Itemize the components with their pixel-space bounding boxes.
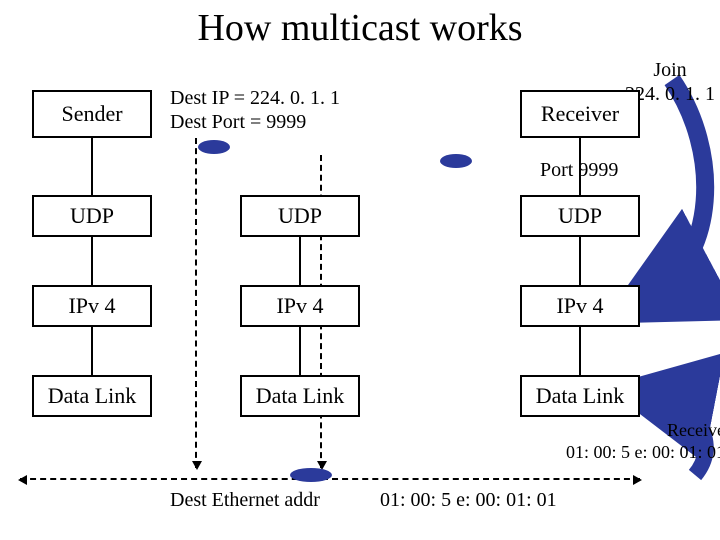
stem <box>91 327 93 375</box>
ethernet-addr-label: Dest Ethernet addr <box>170 488 320 512</box>
accent-oval <box>198 140 230 154</box>
receive-label: Receive 01: 00: 5 e: 00: 01: 01 <box>560 420 720 463</box>
stem <box>579 327 581 375</box>
udp-box-router: UDP <box>240 195 360 237</box>
stem <box>299 327 301 375</box>
receiver-box: Receiver <box>520 90 640 138</box>
stem <box>579 237 581 285</box>
ethernet-addr-value: 01: 00: 5 e: 00: 01: 01 <box>380 488 557 512</box>
sender-box: Sender <box>32 90 152 138</box>
diagram-stage: How multicast works Join 224. 0. 1. 1 De… <box>0 0 720 540</box>
datalink-box-sender: Data Link <box>32 375 152 417</box>
ipv4-box-receiver: IPv 4 <box>520 285 640 327</box>
stem <box>299 237 301 285</box>
accent-oval <box>290 468 332 482</box>
dest-info: Dest IP = 224. 0. 1. 1 Dest Port = 9999 <box>170 86 340 134</box>
ethernet-line <box>20 478 640 480</box>
port-label: Port 9999 <box>540 158 618 182</box>
slide-title: How multicast works <box>0 6 720 50</box>
udp-box-receiver: UDP <box>520 195 640 237</box>
udp-box-sender: UDP <box>32 195 152 237</box>
stem <box>91 138 93 195</box>
ipv4-box-sender: IPv 4 <box>32 285 152 327</box>
stem <box>91 237 93 285</box>
datalink-box-receiver: Data Link <box>520 375 640 417</box>
datalink-box-router: Data Link <box>240 375 360 417</box>
dashed-path-sender <box>195 138 197 468</box>
ipv4-box-router: IPv 4 <box>240 285 360 327</box>
accent-oval <box>440 154 472 168</box>
